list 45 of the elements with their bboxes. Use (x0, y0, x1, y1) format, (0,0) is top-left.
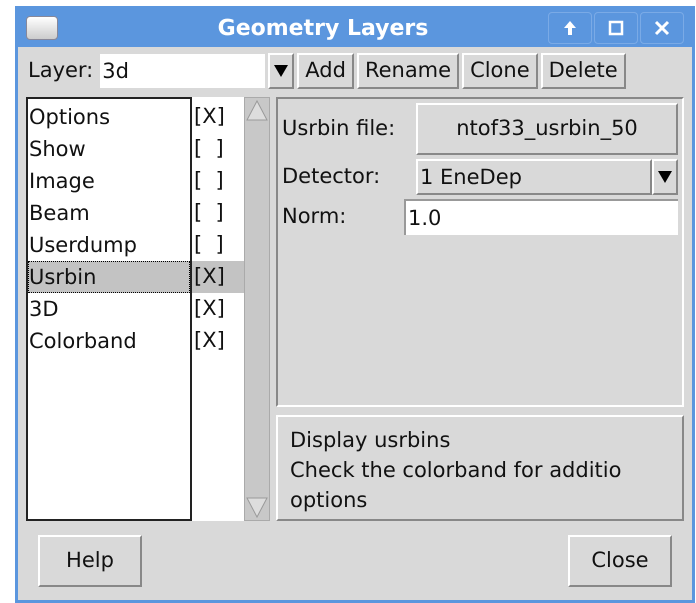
dialog-button[interactable]: Help (38, 535, 142, 587)
scroll-down-icon[interactable] (245, 496, 269, 520)
caret-icon (273, 64, 290, 78)
maximize-icon[interactable] (594, 12, 638, 44)
layer-item[interactable]: Show (28, 133, 190, 165)
check-mark[interactable]: [X] (192, 101, 244, 133)
layer-item[interactable]: Beam (28, 197, 190, 229)
toolbar-button[interactable]: Delete (540, 53, 626, 89)
check-mark[interactable]: [X] (192, 261, 244, 293)
description-text: Display usrbins (290, 427, 450, 454)
field-label: Detector: (282, 163, 382, 190)
layer-label: Layer: (27, 57, 94, 84)
check-mark[interactable]: [X] (192, 293, 244, 325)
description-text: Check the colorband for additio (290, 457, 622, 484)
scrollbar[interactable] (244, 97, 270, 521)
window-menu-icon[interactable] (26, 16, 58, 40)
toolbar-button[interactable]: Rename (356, 53, 460, 89)
layer-item[interactable]: 3D (28, 293, 190, 325)
check-mark[interactable]: [ ] (192, 133, 244, 165)
toolbar-button[interactable]: Clone (462, 53, 538, 89)
close-icon[interactable] (640, 12, 684, 44)
layer-item[interactable]: Options (28, 101, 190, 133)
layer-dropdown-button[interactable] (268, 53, 294, 89)
caret-icon (657, 170, 673, 184)
field-label: Usrbin file: (282, 115, 396, 142)
window-title: Geometry Layers (216, 14, 430, 42)
layer-field[interactable]: 3d (100, 54, 266, 88)
check-mark[interactable]: [ ] (192, 229, 244, 261)
layer-item[interactable]: Usrbin (28, 261, 190, 293)
field-label: Norm: (282, 203, 348, 230)
layer-item[interactable]: Image (28, 165, 190, 197)
arrow-up-icon[interactable] (548, 12, 592, 44)
layer-item[interactable]: Colorband (28, 325, 190, 357)
file-button[interactable]: ntof33_usrbin_50 (416, 103, 678, 155)
detector-dropdown-button[interactable] (652, 159, 678, 195)
check-mark[interactable]: [X] (192, 325, 244, 357)
description-text: options (290, 487, 368, 514)
check-mark[interactable]: [ ] (192, 197, 244, 229)
toolbar-button[interactable]: Add (297, 53, 354, 89)
detector-combo[interactable]: 1 EneDep (416, 159, 652, 195)
norm-field[interactable]: 1.0 (404, 199, 678, 235)
dialog-button[interactable]: Close (568, 535, 672, 587)
scroll-up-icon[interactable] (245, 98, 269, 122)
check-mark[interactable]: [ ] (192, 165, 244, 197)
layer-item[interactable]: Userdump (28, 229, 190, 261)
